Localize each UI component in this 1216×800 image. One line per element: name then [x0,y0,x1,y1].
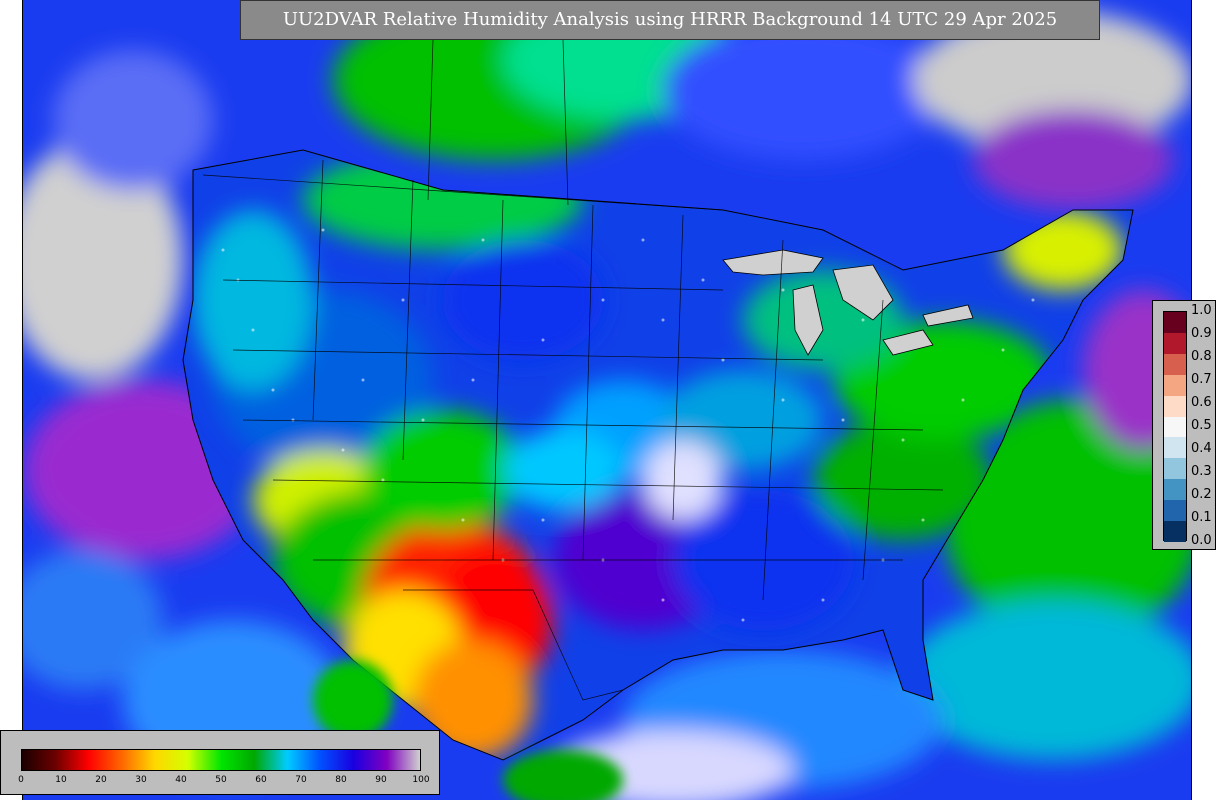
colorbar-tick-label: 70 [295,775,307,785]
title-bar: UU2DVAR Relative Humidity Analysis using… [240,0,1100,40]
legend-strip [1163,311,1187,542]
legend-color-block [1164,437,1186,459]
colorbar-tick-label: 30 [135,775,147,785]
legend-tick-label: 0.0 [1191,533,1212,548]
legend-color-block [1164,353,1186,375]
legend-color-block [1164,521,1186,542]
legend-color-block [1164,395,1186,417]
colorbar-tick-label: 100 [412,775,430,785]
legend-tick-label: 0.3 [1191,464,1212,479]
humidity-colorbar: 0 10 20 30 40 50 60 70 80 90 100 [0,730,440,795]
legend-tick-label: 0.4 [1191,441,1212,456]
station-legend: 1.0 0.9 0.8 0.7 0.6 0.5 0.4 0.3 0.2 0.1 0.0 [1152,300,1216,550]
legend-tick-label: 0.5 [1191,418,1212,433]
colorbar-tick-label: 90 [375,775,387,785]
page-title: UU2DVAR Relative Humidity Analysis using… [282,9,1058,30]
colorbar-tick-label: 10 [55,775,67,785]
legend-tick-label: 0.9 [1191,326,1212,341]
legend-tick-label: 0.8 [1191,349,1212,364]
legend-color-block [1164,312,1186,333]
colorbar-tick-label: 40 [175,775,187,785]
legend-tick-label: 1.0 [1191,303,1212,318]
legend-tick-label: 0.7 [1191,372,1212,387]
legend-tick-label: 0.6 [1191,395,1212,410]
legend-tick-label: 0.2 [1191,487,1212,502]
legend-color-block [1164,374,1186,396]
colorbar-tick-label: 50 [215,775,227,785]
legend-color-block [1164,458,1186,480]
colorbar-strip [21,749,421,771]
legend-tick-label: 0.1 [1191,510,1212,525]
colorbar-tick-label: 0 [18,775,24,785]
legend-color-block [1164,479,1186,501]
legend-color-block [1164,332,1186,354]
legend-color-block [1164,416,1186,438]
colorbar-tick-label: 60 [255,775,267,785]
colorbar-tick-label: 20 [95,775,107,785]
humidity-map [22,0,1192,800]
legend-color-block [1164,500,1186,522]
colorbar-tick-label: 80 [335,775,347,785]
